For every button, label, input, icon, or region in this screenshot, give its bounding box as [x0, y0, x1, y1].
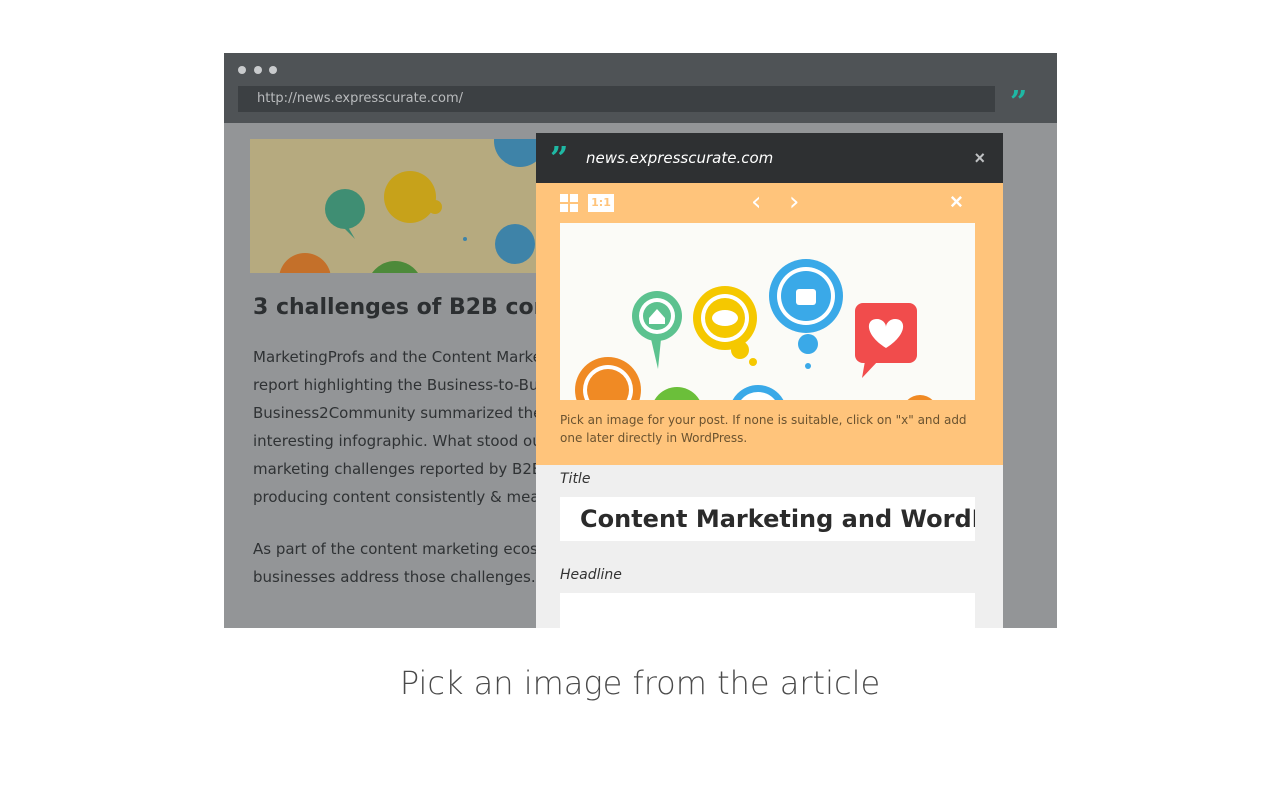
quote-icon: ”	[550, 139, 569, 177]
close-panel-button[interactable]: ×	[974, 133, 985, 183]
infographic-illustration	[560, 223, 975, 400]
quote-icon[interactable]: ”	[1010, 86, 1027, 120]
window-dot-icon	[269, 66, 277, 74]
article-image	[250, 139, 550, 273]
grid-view-icon[interactable]	[560, 194, 579, 213]
browser-chrome: http://news.expresscurate.com/ ”	[224, 53, 1057, 123]
headline-label: Headline	[560, 567, 622, 583]
image-preview[interactable]	[560, 223, 975, 400]
slide-caption: Pick an image from the article	[399, 664, 881, 702]
article-paragraph: MarketingProfs and the Content Marke rep…	[253, 343, 543, 511]
url-bar[interactable]: http://news.expresscurate.com/	[238, 86, 995, 112]
article-line: MarketingProfs and the Content Marke	[253, 348, 542, 366]
panel-header: ” news.expresscurate.com ×	[536, 133, 1003, 183]
aspect-ratio-button[interactable]: 1:1	[588, 194, 614, 212]
title-input[interactable]: Content Marketing and WordPr	[560, 497, 975, 541]
previous-image-button[interactable]: ‹	[751, 189, 761, 215]
article-line: report highlighting the Business-to-Busi	[253, 376, 543, 394]
article-line: marketing challenges reported by B2B f	[253, 460, 543, 478]
next-image-button[interactable]: ›	[789, 189, 799, 215]
curate-panel: ” news.expresscurate.com × 1:1 ‹ › × Pic…	[536, 133, 1003, 628]
remove-image-button[interactable]: ×	[950, 189, 963, 215]
article-line: As part of the content marketing ecosy	[253, 540, 543, 558]
panel-site-title: news.expresscurate.com	[586, 149, 774, 167]
infographic-illustration	[250, 139, 550, 273]
image-picker: 1:1 ‹ › × Pick an image for your post. I…	[536, 183, 1003, 465]
headline-input[interactable]	[560, 593, 975, 628]
article-line: businesses address those challenges.	[253, 568, 536, 586]
window-dot-icon	[238, 66, 246, 74]
article-line: interesting infographic. What stood out	[253, 432, 543, 450]
window-dot-icon	[254, 66, 262, 74]
article-line: producing content consistently & measu	[253, 488, 543, 506]
article-line: Business2Community summarized the	[253, 404, 543, 422]
article-paragraph: As part of the content marketing ecosy b…	[253, 535, 543, 591]
title-label: Title	[560, 471, 591, 487]
image-hint-text: Pick an image for your post. If none is …	[560, 413, 967, 445]
